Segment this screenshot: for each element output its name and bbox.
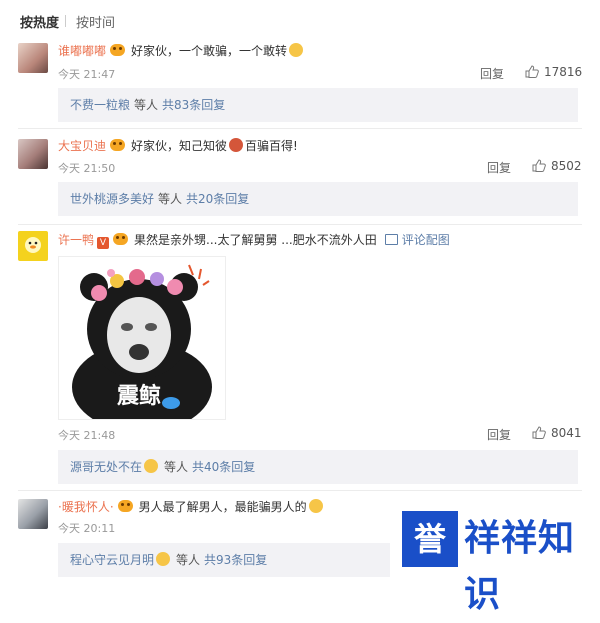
reply-button[interactable]: 回复 [480,65,504,82]
fan-badge-icon [110,139,126,151]
sort-by-time-tab[interactable]: 按时间 [76,12,115,31]
username[interactable]: 大宝贝迪 [58,139,106,153]
avatar[interactable] [18,231,48,261]
comment-text: 好家伙，知己知彼 [131,139,228,153]
thumbs-up-icon [532,159,546,172]
like-button[interactable]: 8502 [532,159,582,173]
sort-by-hot-tab[interactable]: 按热度 [20,12,59,31]
divider [18,128,582,129]
sub-reply-count[interactable]: 共40条回复 [192,460,255,474]
fan-badge-icon [110,44,126,56]
sub-replies-box[interactable]: 源哥无处不在 等人 共40条回复 [58,450,578,484]
like-count: 8502 [551,159,582,173]
comment-text: 男人最了解男人，最能骗男人的 [138,500,307,514]
watermark-text: 祥祥知识 [464,518,576,615]
image-icon [384,234,398,245]
thumbs-up-icon [532,426,546,439]
sub-replies-box[interactable]: 世外桃源多美好 等人 共20条回复 [58,182,578,216]
comment-picture-link[interactable]: 评论配图 [384,233,450,247]
sub-reply-user[interactable]: 源哥无处不在 [70,460,142,474]
like-button[interactable]: 17816 [525,65,582,79]
comment-text: 果然是亲外甥...太了解舅舅 ...肥水不流外人田 [134,233,377,247]
emoji-icon [156,552,171,566]
sub-reply-etc: 等人 [134,98,159,112]
thumbs-up-icon [525,65,539,78]
sub-reply-count[interactable]: 共93条回复 [204,553,267,567]
fan-badge-icon [113,233,129,245]
sub-reply-user[interactable]: 不费一粒粮 [70,98,130,112]
emoji-icon [144,459,159,473]
comment-text-continued: 百骗百得! [245,139,298,153]
sub-reply-user[interactable]: 程心守云见月明 [70,553,154,567]
verified-v-icon: V [97,237,110,249]
emoji-icon [229,138,244,152]
comment-time: 今天 21:50 [58,162,116,175]
emoji-icon [308,499,323,513]
divider [18,490,582,491]
reply-button[interactable]: 回复 [487,426,511,443]
sub-replies-box[interactable]: 不费一粒粮 等人 共83条回复 [58,88,578,122]
username[interactable]: ·暖我怀人· [58,500,114,514]
comment-time: 今天 21:48 [58,429,116,442]
comment-picture-label: 评论配图 [401,233,450,247]
sub-reply-count[interactable]: 共20条回复 [186,192,249,206]
sub-replies-box[interactable]: 程心守云见月明 等人 共93条回复 [58,543,390,577]
watermark-logo: 誉 祥祥知识 [390,503,600,615]
avatar[interactable] [18,139,48,169]
like-count: 17816 [544,65,583,79]
sort-divider [65,15,66,27]
comment-text: 好家伙，一个敢骗，一个敢转 [131,44,288,58]
like-count: 8041 [551,426,582,440]
panda-meme-image: 震鲸 [59,257,225,419]
like-button[interactable]: 8041 [532,426,582,440]
sub-reply-etc: 等人 [164,460,189,474]
meme-caption: 震鲸 [117,383,161,409]
avatar[interactable] [18,499,48,529]
comment-header: 许一鸭 V 果然是亲外甥...太了解舅舅 ...肥水不流外人田 评论配图 [58,231,450,249]
sub-reply-user[interactable]: 世外桃源多美好 [70,192,154,206]
sort-bar: 按热度 按时间 [0,0,600,38]
sub-reply-etc: 等人 [176,553,201,567]
duck-icon [25,237,41,253]
comment-header: 谁嘟嘟嘟 好家伙，一个敢骗，一个敢转 [58,42,305,59]
fan-badge-icon [117,500,133,512]
emoji-icon [289,43,304,57]
sub-reply-count[interactable]: 共83条回复 [162,98,225,112]
comment-time: 今天 20:11 [58,522,116,535]
comment-time: 今天 21:47 [58,68,116,81]
avatar[interactable] [18,43,48,73]
comment-header: 大宝贝迪 好家伙，知己知彼 百骗百得! [58,137,298,154]
username[interactable]: 谁嘟嘟嘟 [58,44,106,58]
comment-image[interactable]: 震鲸 [58,256,226,420]
divider [18,224,582,225]
username[interactable]: 许一鸭 [58,233,94,247]
watermark-icon: 誉 [402,511,458,567]
reply-button[interactable]: 回复 [487,159,511,176]
sub-reply-etc: 等人 [158,192,183,206]
comment-header: ·暖我怀人· 男人最了解男人，最能骗男人的 [58,498,325,515]
